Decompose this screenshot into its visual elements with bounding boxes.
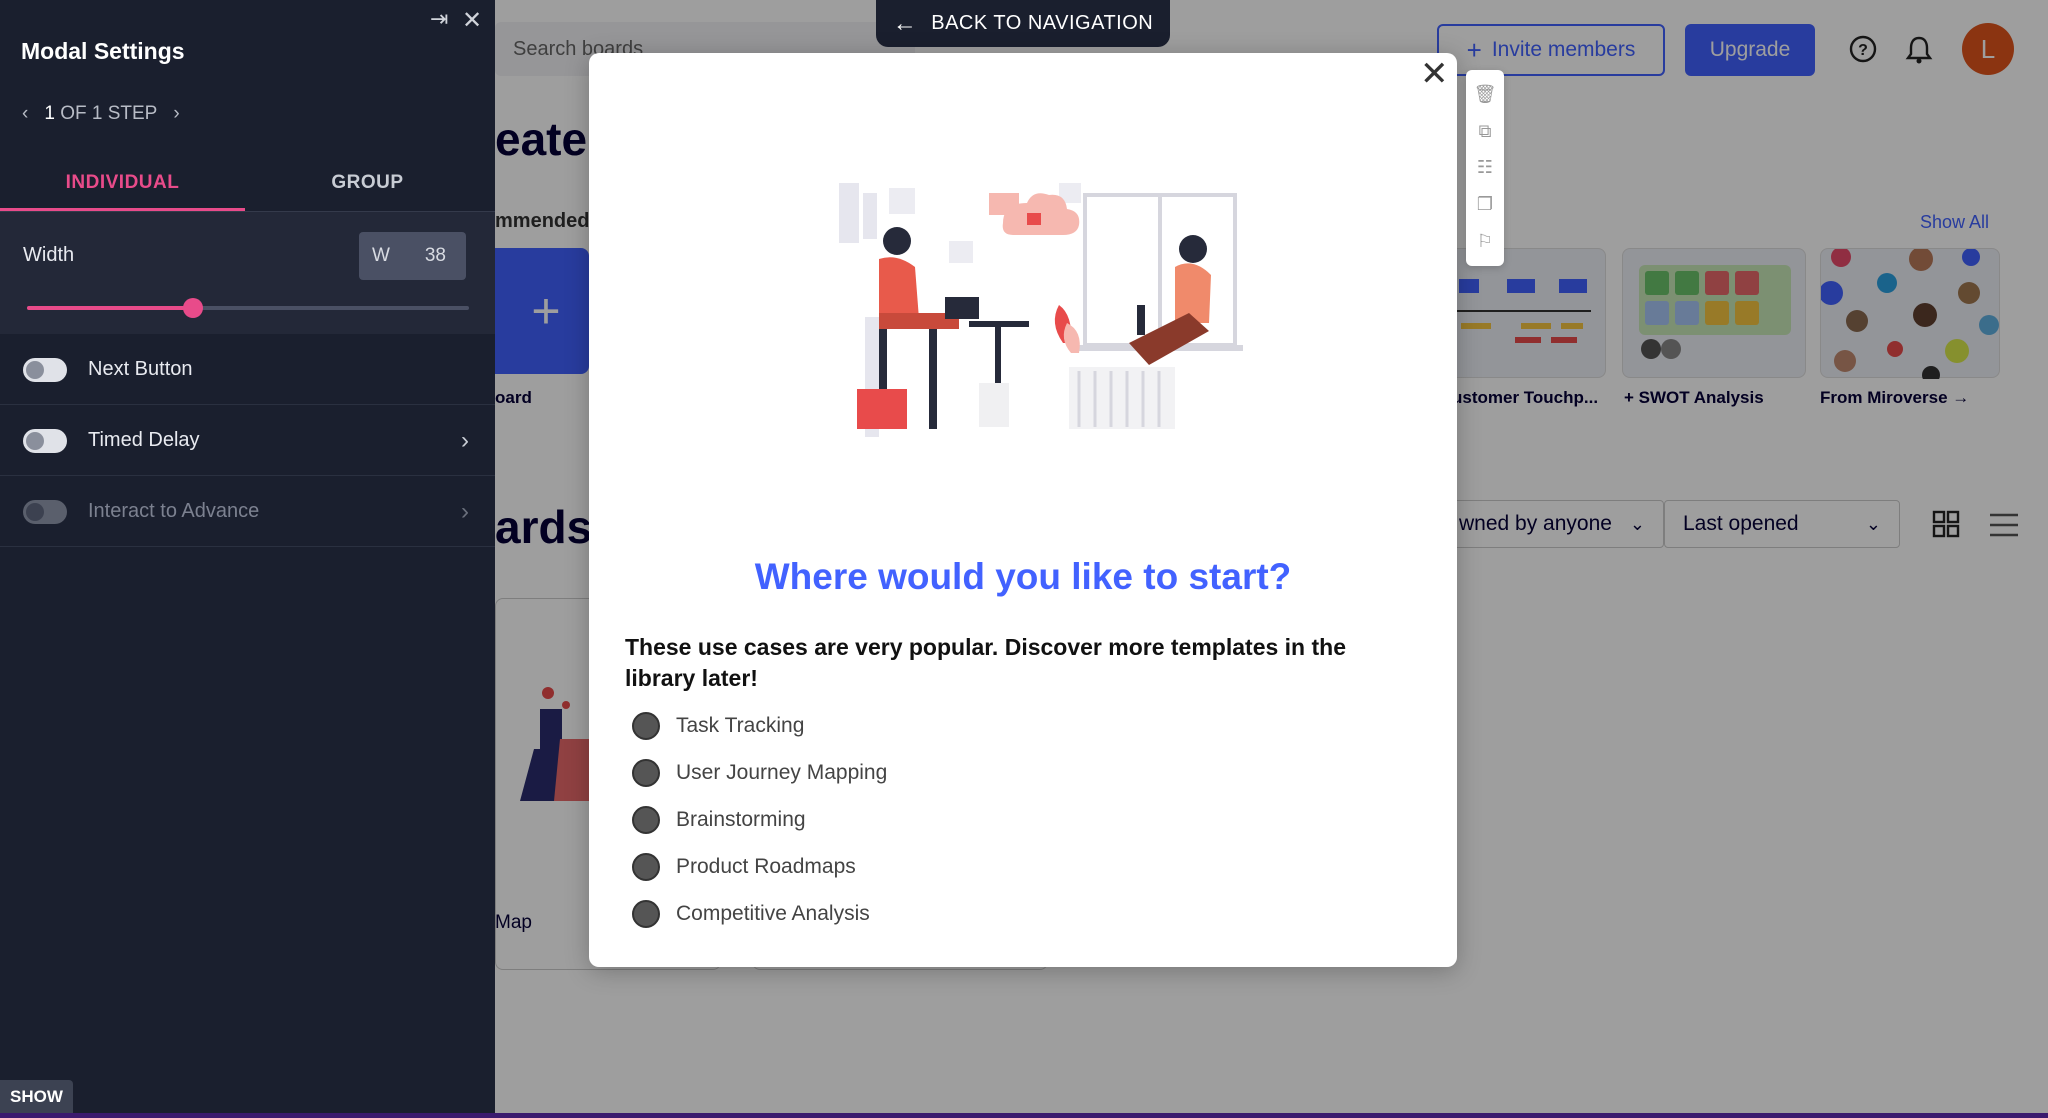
option-task-tracking[interactable]: Task Tracking — [632, 710, 804, 742]
step-navigator: ‹ 1 OF 1 STEP › — [22, 103, 180, 125]
close-icon[interactable]: ✕ — [462, 6, 482, 35]
panel-tabs: INDIVIDUAL GROUP — [0, 160, 495, 212]
width-slider-handle[interactable] — [183, 298, 203, 318]
toggle-label-interact-to-advance: Interact to Advance — [88, 500, 260, 522]
arrow-left-icon: ← — [892, 9, 918, 37]
option-label: Brainstorming — [676, 808, 806, 831]
option-competitive-analysis[interactable]: Competitive Analysis — [632, 898, 870, 930]
option-product-roadmaps[interactable]: Product Roadmaps — [632, 851, 856, 883]
chevron-right-icon[interactable]: › — [173, 103, 179, 125]
radio-button[interactable] — [632, 712, 660, 740]
width-label: Width — [23, 244, 75, 266]
bookmark-icon[interactable]: ⚐ — [1477, 231, 1493, 252]
width-value: 38 — [424, 245, 446, 266]
chevron-left-icon[interactable]: ‹ — [22, 103, 28, 125]
back-to-navigation-label: BACK TO NAVIGATION — [931, 12, 1154, 34]
radio-button[interactable] — [632, 806, 660, 834]
chevron-right-icon: › — [461, 497, 469, 525]
option-user-journey-mapping[interactable]: User Journey Mapping — [632, 757, 887, 789]
timed-delay-toggle[interactable] — [23, 428, 67, 453]
width-input[interactable]: W 38 — [359, 232, 466, 280]
close-modal-icon[interactable]: ✕ — [1420, 54, 1449, 94]
modal-illustration — [839, 183, 1243, 437]
tab-individual[interactable]: INDIVIDUAL — [0, 160, 245, 211]
width-slider-fill — [27, 306, 192, 310]
toggle-row-next-button[interactable]: Next Button — [0, 335, 495, 405]
step-number: 1 — [44, 103, 55, 124]
option-label: Product Roadmaps — [676, 855, 856, 878]
modal-description: These use cases are very popular. Discov… — [625, 634, 1346, 691]
option-label: Competitive Analysis — [676, 902, 870, 925]
toggle-label-timed-delay: Timed Delay — [88, 429, 200, 451]
toggle-label-next-button: Next Button — [88, 358, 193, 380]
toggle-row-interact-to-advance: Interact to Advance › — [0, 477, 495, 547]
option-label: User Journey Mapping — [676, 761, 888, 784]
option-label: Task Tracking — [676, 714, 805, 737]
step-text: OF 1 STEP — [60, 103, 158, 124]
tab-group[interactable]: GROUP — [245, 160, 490, 211]
modal-settings-panel: ⇥ ✕ Modal Settings ‹ 1 OF 1 STEP › INDIV… — [0, 0, 495, 1113]
copy-icon[interactable]: ⧉ — [1479, 121, 1492, 142]
next-button-toggle[interactable] — [23, 357, 67, 382]
width-prefix: W — [372, 245, 390, 266]
radio-button[interactable] — [632, 900, 660, 928]
sliders-icon[interactable]: ☷ — [1477, 157, 1493, 178]
radio-button[interactable] — [632, 759, 660, 787]
modal-heading: Where would you like to start? — [754, 556, 1292, 597]
element-toolbar: 🗑 ⧉ ☷ ❐ ⚐ — [1466, 70, 1504, 266]
collapse-panel-icon[interactable]: ⇥ — [430, 6, 448, 32]
radio-button[interactable] — [632, 853, 660, 881]
option-brainstorming[interactable]: Brainstorming — [632, 804, 806, 836]
interact-to-advance-toggle — [23, 499, 67, 524]
toggle-row-timed-delay[interactable]: Timed Delay › — [0, 406, 495, 476]
panel-title: Modal Settings — [21, 38, 185, 64]
chevron-right-icon[interactable]: › — [461, 427, 469, 455]
back-to-navigation-button[interactable]: ← BACK TO NAVIGATION — [876, 0, 1170, 47]
show-button[interactable]: SHOW — [0, 1080, 73, 1113]
duplicate-icon[interactable]: ❐ — [1477, 194, 1493, 215]
bottom-bar — [0, 1113, 2048, 1118]
trash-icon[interactable]: 🗑 — [1474, 84, 1497, 105]
